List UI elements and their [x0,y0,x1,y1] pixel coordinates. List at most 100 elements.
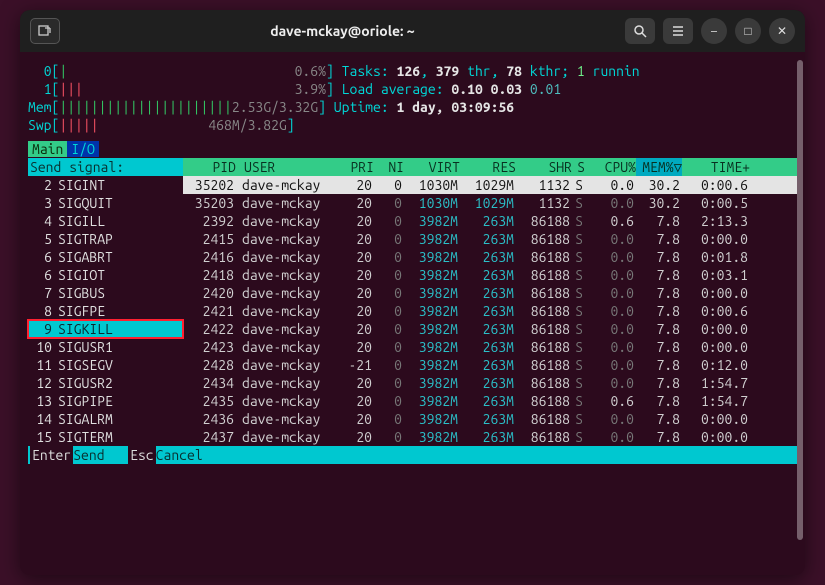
cell-ni: 0 [372,194,402,212]
process-row[interactable]: 2392dave-mckay2003982M263M86188S0.67.82:… [183,212,797,230]
cell-virt: 3982M [402,212,458,230]
cell-virt: 3982M [402,248,458,266]
cell-time: 0:12.0 [680,356,750,374]
terminal-content[interactable]: 0[| 0.6%] Tasks: 126, 379 thr, 78 kthr; … [20,52,805,575]
load-label: Load average: [342,81,444,97]
cell-pri: 20 [338,266,372,284]
process-row[interactable]: 2416dave-mckay2003982M263M86188S0.07.80:… [183,248,797,266]
process-row[interactable]: 2415dave-mckay2003982M263M86188S0.07.80:… [183,230,797,248]
cell-pri: 20 [338,338,372,356]
cell-virt: 3982M [402,356,458,374]
process-row[interactable]: 2422dave-mckay2003982M263M86188S0.07.80:… [183,320,797,338]
signal-item[interactable]: 15SIGTERM [28,428,183,446]
signal-num: 13 [28,392,58,410]
signal-item[interactable]: 6SIGIOT [28,266,183,284]
signal-item[interactable]: 4SIGILL [28,212,183,230]
tasks-procs: 126 [397,63,421,79]
cell-virt: 3982M [402,392,458,410]
cell-mem: 7.8 [634,320,680,338]
mem-total: 3.32G [279,99,318,115]
process-row[interactable]: 2423dave-mckay2003982M263M86188S0.07.80:… [183,338,797,356]
cell-pri: -21 [338,356,372,374]
cell-user: dave-mckay [238,338,338,356]
new-tab-button[interactable] [30,18,60,44]
cell-shr: 86188 [514,428,570,446]
uptime-label: Uptime: [334,99,389,115]
cpu1-pct: 3.9% [295,81,326,97]
hdr-res[interactable]: RES [460,158,516,176]
signal-list[interactable]: 2SIGINT3SIGQUIT4SIGILL5SIGTRAP6SIGABRT6S… [28,176,183,446]
signal-item[interactable]: 14SIGALRM [28,410,183,428]
hdr-pid[interactable]: PID [185,158,240,176]
process-row[interactable]: 35203dave-mckay2001030M1029M1132S0.030.2… [183,194,797,212]
cell-time: 0:00.6 [680,176,750,194]
titlebar: dave-mckay@oriole: ~ – □ ✕ [20,10,805,52]
cell-res: 263M [458,338,514,356]
hdr-cpu[interactable]: CPU% [590,158,636,176]
process-row[interactable]: 2434dave-mckay2003982M263M86188S0.07.81:… [183,374,797,392]
signal-item[interactable]: 11SIGSEGV [28,356,183,374]
process-row[interactable]: 2418dave-mckay2003982M263M86188S0.07.80:… [183,266,797,284]
menu-button[interactable] [663,18,693,44]
signal-item[interactable]: 13SIGPIPE [28,392,183,410]
action-send[interactable]: Send [73,446,104,464]
signal-item[interactable]: 9SIGKILL [28,320,183,338]
signal-name: SIGABRT [58,248,183,266]
process-row[interactable]: 2421dave-mckay2003982M263M86188S0.07.80:… [183,302,797,320]
process-row[interactable]: 35202dave-mckay2001030M1029M1132S0.030.2… [183,176,797,194]
signal-item[interactable]: 10SIGUSR1 [28,338,183,356]
hdr-user[interactable]: USER [240,158,340,176]
signal-item[interactable]: 7SIGBUS [28,284,183,302]
signal-item[interactable]: 5SIGTRAP [28,230,183,248]
cell-cpu: 0.0 [588,176,634,194]
process-row[interactable]: 2436dave-mckay2003982M263M86188S0.07.80:… [183,410,797,428]
hdr-ni[interactable]: NI [374,158,404,176]
tab-io[interactable]: I/O [67,141,99,157]
signal-num: 14 [28,410,58,428]
scrollbar[interactable] [797,60,803,540]
hdr-shr[interactable]: SHR [516,158,572,176]
cell-mem: 7.8 [634,338,680,356]
cell-time: 0:00.0 [680,320,750,338]
cell-user: dave-mckay [238,374,338,392]
maximize-button[interactable]: □ [735,18,761,44]
htop-meters: 0[| 0.6%] Tasks: 126, 379 thr, 78 kthr; … [28,62,797,134]
cell-pid: 2392 [183,212,238,230]
cell-pri: 20 [338,320,372,338]
tab-main[interactable]: Main [28,141,67,157]
cell-res: 263M [458,302,514,320]
process-row[interactable]: 2435dave-mckay2003982M263M86188S0.67.81:… [183,392,797,410]
signal-num: 2 [28,176,58,194]
cell-ni: 0 [372,176,402,194]
tasks-kthr: 78 [506,63,522,79]
signal-item[interactable]: 12SIGUSR2 [28,374,183,392]
signal-num: 5 [28,230,58,248]
hdr-mem[interactable]: MEM%▽ [636,158,682,176]
signal-item[interactable]: 8SIGFPE [28,302,183,320]
hdr-time[interactable]: TIME+ [682,158,752,176]
close-button[interactable]: ✕ [769,18,795,44]
cell-mem: 7.8 [634,230,680,248]
cell-ni: 0 [372,320,402,338]
cell-ni: 0 [372,392,402,410]
hdr-virt[interactable]: VIRT [404,158,460,176]
process-header[interactable]: PID USER PRI NI VIRT RES SHR S CPU% MEM%… [183,158,797,176]
signal-item[interactable]: 6SIGABRT [28,248,183,266]
signal-name: SIGINT [58,176,183,194]
process-row[interactable]: 2428dave-mckay-2103982M263M86188S0.07.80… [183,356,797,374]
process-row[interactable]: 2420dave-mckay2003982M263M86188S0.07.80:… [183,284,797,302]
search-button[interactable] [625,18,655,44]
cell-shr: 86188 [514,392,570,410]
action-cancel[interactable]: Cancel [156,446,203,464]
process-row[interactable]: 2437dave-mckay2003982M263M86188S0.07.80:… [183,428,797,446]
signal-name: SIGPIPE [58,392,183,410]
process-list[interactable]: 35202dave-mckay2001030M1029M1132S0.030.2… [183,176,797,446]
signal-name: SIGFPE [58,302,183,320]
cell-user: dave-mckay [238,428,338,446]
signal-item[interactable]: 3SIGQUIT [28,194,183,212]
search-icon [633,24,647,38]
signal-item[interactable]: 2SIGINT [28,176,183,194]
hdr-pri[interactable]: PRI [340,158,374,176]
hdr-s[interactable]: S [572,158,590,176]
minimize-button[interactable]: – [701,18,727,44]
